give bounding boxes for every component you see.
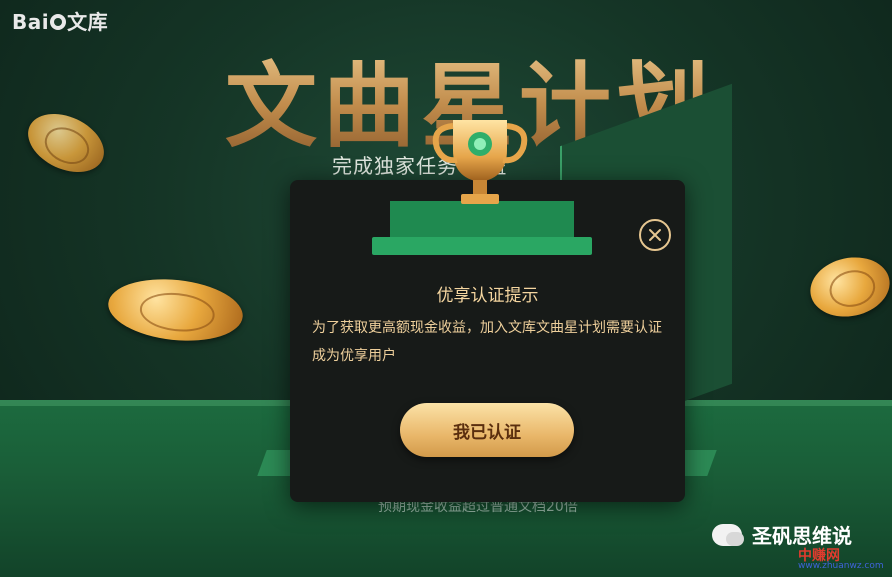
gold-coin-icon (18, 102, 114, 184)
close-modal-button[interactable] (639, 219, 671, 251)
trophy-icon (432, 120, 528, 204)
watermark-site-url: www.zhuanwz.com (798, 561, 884, 571)
close-icon (649, 229, 661, 241)
modal-body-text: 为了获取更高额现金收益，加入文库文曲星计划需要认证成为优享用户 (312, 320, 662, 364)
gold-coin-icon (804, 250, 892, 324)
confirm-verified-button[interactable]: 我已认证 (400, 403, 574, 457)
baidu-wenku-logo: Bai 文库 (12, 10, 109, 34)
wechat-icon (712, 523, 744, 546)
paw-icon (50, 14, 67, 30)
modal-title: 优享认证提示 (436, 286, 539, 306)
gold-coin-icon (105, 273, 246, 347)
